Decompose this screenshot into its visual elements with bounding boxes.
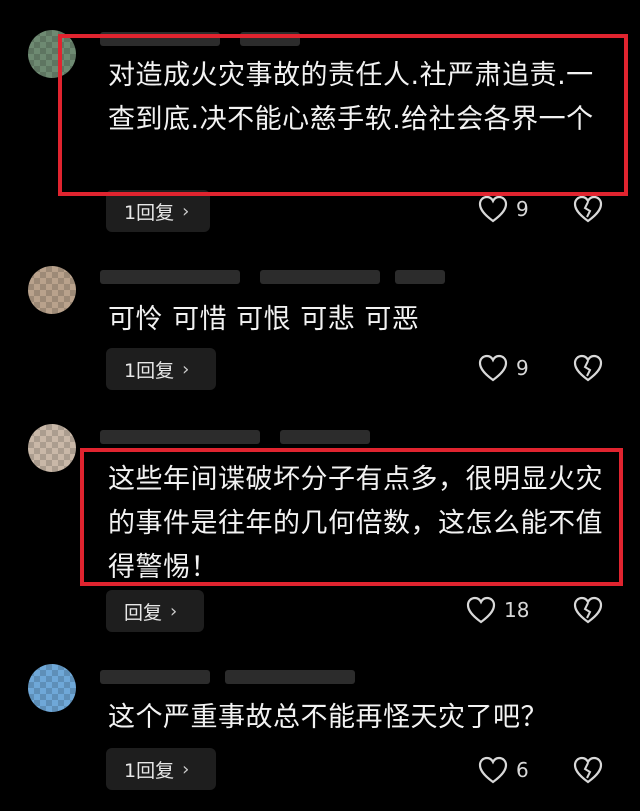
chevron-right-icon: › [182, 358, 190, 380]
heart-outline-icon [478, 195, 508, 223]
avatar[interactable] [28, 30, 76, 78]
username-blurred [100, 430, 260, 444]
broken-heart-icon[interactable] [573, 354, 603, 382]
chevron-right-icon: › [170, 600, 178, 622]
reply-button[interactable]: 回复 › [106, 590, 204, 632]
username-blurred [225, 670, 355, 684]
reply-label: 1回复 [124, 201, 175, 224]
like-count: 9 [516, 356, 529, 380]
heart-outline-icon [478, 756, 508, 784]
reply-button[interactable]: 1回复 › [106, 348, 216, 390]
comment-text: 可怜 可惜 可恨 可悲 可恶 [108, 304, 420, 335]
avatar[interactable] [28, 424, 76, 472]
broken-heart-icon[interactable] [573, 596, 603, 624]
reply-button[interactable]: 1回复 › [106, 190, 210, 232]
reply-label: 回复 [124, 601, 163, 624]
comment-text: 这个严重事故总不能再怪天灾了吧？ [108, 702, 548, 733]
reply-label: 1回复 [124, 359, 175, 382]
reply-button[interactable]: 1回复 › [106, 748, 216, 790]
comment-text: 对造成火灾事故的责任人.社严肃追责.一查到底.决不能心慈手软.给社会各界一个 [108, 60, 594, 135]
username-blurred [280, 430, 370, 444]
comment-text: 这些年间谍破坏分子有点多，很明显火灾的事件是往年的几何倍数，这怎么能不值得警惕！ [108, 464, 603, 583]
like-button[interactable]: 9 [478, 195, 529, 223]
like-count: 6 [516, 758, 529, 782]
like-button[interactable]: 9 [478, 354, 529, 382]
broken-heart-icon[interactable] [573, 195, 603, 223]
chevron-right-icon: › [182, 758, 190, 780]
like-count: 18 [504, 598, 530, 622]
username-blurred [260, 270, 380, 284]
like-count: 9 [516, 197, 529, 221]
username-blurred [395, 270, 445, 284]
heart-outline-icon [478, 354, 508, 382]
like-button[interactable]: 18 [466, 596, 529, 624]
username-blurred [240, 32, 300, 46]
username-blurred [100, 270, 240, 284]
broken-heart-icon[interactable] [573, 756, 603, 784]
reply-label: 1回复 [124, 759, 175, 782]
username-blurred [100, 670, 210, 684]
like-button[interactable]: 6 [478, 756, 529, 784]
avatar[interactable] [28, 266, 76, 314]
username-blurred [100, 32, 220, 46]
heart-outline-icon [466, 596, 496, 624]
chevron-right-icon: › [182, 200, 190, 222]
avatar[interactable] [28, 664, 76, 712]
